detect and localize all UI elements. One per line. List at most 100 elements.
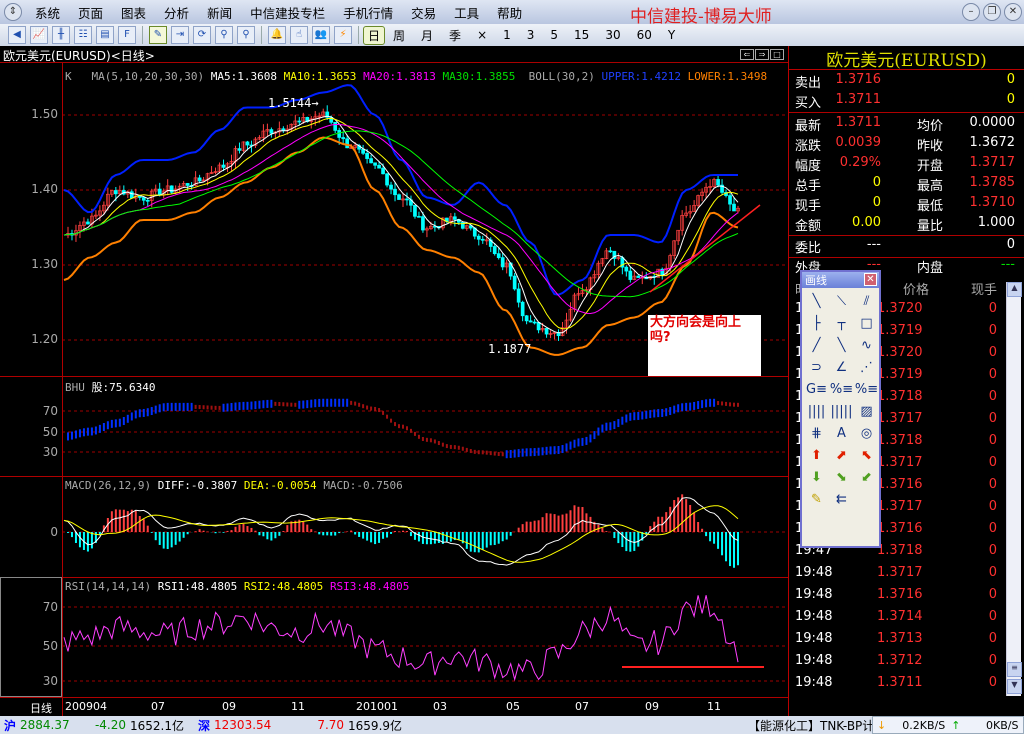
draw-tool-26-icon[interactable]: ⬋: [854, 467, 879, 489]
lower-value: LOWER:1.3498: [687, 70, 768, 83]
period-label: 日线: [30, 702, 52, 715]
draw-tool-13-icon[interactable]: %≡: [829, 379, 854, 401]
quote-cell: 最新: [795, 119, 822, 134]
minimize-button[interactable]: –: [962, 3, 980, 21]
news-ticker[interactable]: 【能源化工】TNK-BP计划: [748, 717, 872, 734]
draw-tool-6-icon[interactable]: ╱: [804, 335, 829, 357]
bhu-label: BHU: [65, 381, 85, 394]
draw-tool-15-icon[interactable]: ||||: [804, 401, 829, 423]
draw-tool-11-icon[interactable]: ⋰: [854, 357, 879, 379]
y-tick: 1.30: [31, 257, 58, 271]
draw-tool-27-icon[interactable]: ✎: [804, 489, 829, 511]
quote-cell: 0.29%: [839, 155, 881, 170]
candle-body: [381, 167, 385, 175]
rsi3-value: RSI3:48.4805: [329, 580, 410, 593]
draw-tool-12-icon[interactable]: G≡: [804, 379, 829, 401]
network-speed: ↓ 0.2KB/S ↑ 0KB/S: [872, 716, 1024, 734]
draw-tool-9-icon[interactable]: ⊃: [804, 357, 829, 379]
ma5-line: [63, 115, 739, 334]
candle-body: [728, 195, 732, 205]
draw-tool-20-icon[interactable]: ◎: [854, 423, 879, 445]
close-button[interactable]: ✕: [1004, 3, 1022, 21]
scroll-up-icon[interactable]: ▲: [1007, 282, 1022, 297]
draw-tool-0-icon[interactable]: ╲: [804, 291, 829, 313]
candle-body: [341, 137, 346, 140]
tick-cell: 0: [988, 301, 997, 316]
scroll-down-icon[interactable]: ▼: [1007, 679, 1022, 694]
tick-cell: 1.3716: [877, 477, 923, 492]
download-icon: ↓: [877, 718, 887, 732]
candle-body: [496, 253, 501, 258]
tick-header-cell: 现手: [970, 283, 997, 298]
tick-cell: 1.3720: [877, 301, 923, 316]
quote-cell: 昨收: [917, 139, 944, 154]
candle-body: [385, 173, 389, 186]
draw-tool-28-icon[interactable]: ⇇: [829, 489, 854, 511]
tick-cell: 1.3720: [877, 345, 923, 360]
quote-cell: 买入: [795, 96, 822, 111]
candle-body: [113, 190, 118, 195]
candle-body: [393, 188, 397, 196]
sh-amount: 1652.1亿: [130, 718, 185, 733]
tick-cell: 1.3712: [877, 653, 923, 668]
candle-body: [169, 185, 174, 193]
candle-body: [269, 129, 274, 134]
tick-cell: 0: [988, 675, 997, 690]
quote-cell: ---: [866, 237, 881, 252]
palette-close-icon[interactable]: ✕: [864, 273, 877, 286]
quote-cell: 现手: [795, 199, 822, 214]
draw-tool-24-icon[interactable]: ⬇: [804, 467, 829, 489]
draw-tool-19-icon[interactable]: A: [829, 423, 854, 445]
quote-cell: 0.0039: [835, 135, 882, 150]
restore-button[interactable]: ❐: [983, 3, 1001, 21]
draw-tool-21-icon[interactable]: ⬆: [804, 445, 829, 467]
annotation-text[interactable]: 大方向会是向上吗?: [648, 315, 761, 376]
draw-tool-14-icon[interactable]: %≡: [854, 379, 879, 401]
pane-divider: [0, 376, 788, 377]
sh-change: -4.20: [94, 718, 127, 732]
draw-tool-18-icon[interactable]: ⋕: [804, 423, 829, 445]
quote-title: 欧元美元(EURUSD): [789, 46, 1024, 71]
draw-tool-2-icon[interactable]: ⫽: [854, 291, 879, 313]
ma-label: MA(5,10,20,30,30): [91, 70, 205, 83]
candle-body: [528, 320, 533, 323]
draw-tool-10-icon[interactable]: ∠: [829, 357, 854, 379]
sh-index: 2884.37: [20, 718, 70, 732]
bhu-tick: 50: [42, 425, 58, 439]
draw-tool-25-icon[interactable]: ⬊: [829, 467, 854, 489]
draw-tool-16-icon[interactable]: |||||: [829, 401, 854, 423]
draw-tool-7-icon[interactable]: ╲: [829, 335, 854, 357]
quote-cell: 1.3717: [969, 155, 1016, 170]
quote-row: 总手 0 最高 1.3785: [793, 175, 1021, 195]
rsi-label: RSI(14,14,14): [65, 580, 152, 593]
draw-tool-8-icon[interactable]: ∿: [854, 335, 879, 357]
draw-tool-3-icon[interactable]: ├: [804, 313, 829, 335]
quote-cell: 0.0000: [969, 115, 1016, 130]
status-bar: 沪 2884.37 -4.20 1652.1亿 深 12303.54 7.70 …: [0, 716, 1024, 734]
tick-row: 19:48 1.3713 0: [793, 631, 1021, 651]
draw-tool-5-icon[interactable]: □: [854, 313, 879, 335]
scroll-thumb[interactable]: ≡: [1007, 662, 1022, 677]
quote-cell: 1.3785: [969, 175, 1016, 190]
quote-cell: 1.3716: [835, 72, 882, 87]
main-legend: K MA(5,10,20,30,30) MA5:1.3608 MA10:1.36…: [65, 70, 767, 83]
draw-tool-22-icon[interactable]: ⬈: [829, 445, 854, 467]
draw-tool-23-icon[interactable]: ⬉: [854, 445, 879, 467]
quote-cell: 量比: [917, 219, 944, 234]
quote-cell: 金额: [795, 219, 822, 234]
candle-body: [492, 246, 497, 255]
bhu-tick: 70: [42, 404, 58, 418]
tick-cell: 0: [988, 455, 997, 470]
dea-line: [63, 505, 739, 563]
tick-cell: 1.3717: [877, 411, 923, 426]
tick-scrollbar[interactable]: ▲ ≡ ▼: [1006, 282, 1022, 696]
draw-tool-17-icon[interactable]: ▨: [854, 401, 879, 423]
date-tick: 09: [645, 700, 659, 713]
tick-cell: 1.3717: [877, 565, 923, 580]
candle-body: [544, 328, 549, 335]
macd-value: MACD:-0.7506: [323, 479, 403, 492]
draw-tool-4-icon[interactable]: ┬: [829, 313, 854, 335]
draw-tool-1-icon[interactable]: ⟍: [829, 291, 854, 313]
quote-cell: 1.3711: [835, 92, 882, 107]
diff-value: DIFF:-0.3807: [157, 479, 238, 492]
